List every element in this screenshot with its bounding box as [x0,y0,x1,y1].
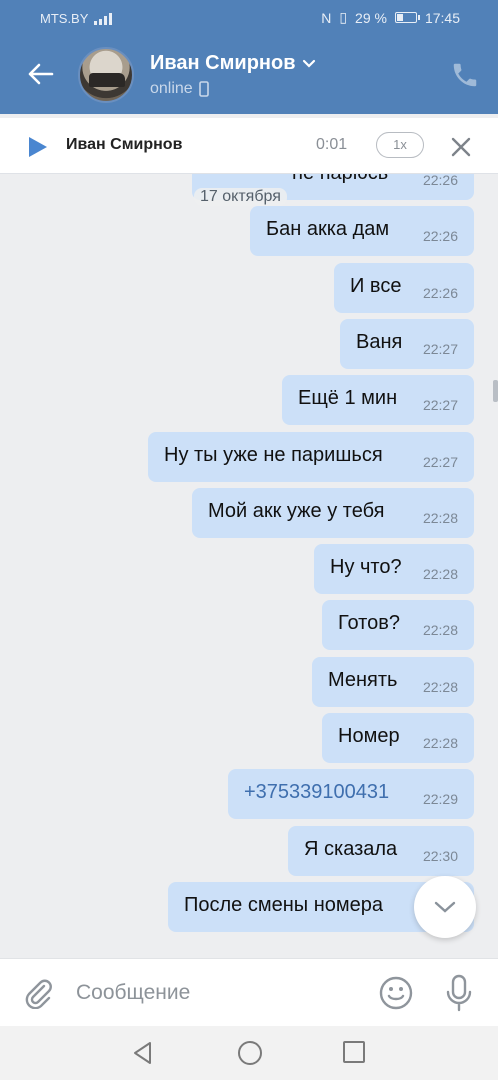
nav-recent-apps-icon[interactable] [342,1040,366,1064]
emoji-icon[interactable] [378,975,414,1011]
message-time: 22:29 [422,791,458,807]
battery-icon [394,12,420,23]
message-time: 22:27 [422,341,458,357]
playback-speed-button[interactable]: 1x [376,132,424,158]
contact-name-label: Иван Смирнов [150,52,296,74]
message-time: 22:26 [422,174,458,188]
message-bubble[interactable]: Ну что? 22:28 [314,544,474,594]
message-bubble[interactable]: Номер 22:28 [322,713,474,763]
mobile-phone-icon [198,81,209,97]
message-time: 22:28 [422,622,458,638]
chevron-down-icon [434,901,456,913]
message-bubble[interactable]: Мой акк уже у тебя 22:28 [192,488,474,538]
carrier-label: MTS.BY [40,11,89,26]
message-text: Я сказала [304,838,398,860]
play-icon[interactable] [24,134,50,160]
date-separator: 17 октября [194,188,287,206]
message-composer [0,958,498,1026]
message-time: 22:30 [422,848,458,864]
scrollbar[interactable] [493,380,498,402]
message-text: Менять [328,669,398,691]
car-image [89,73,125,87]
back-button[interactable] [22,56,58,92]
message-text: После смены номера [184,894,383,916]
message-text: Ну ты уже не паришься [164,444,383,466]
message-text: не парюсь [292,174,388,185]
message-bubble[interactable]: Ну ты уже не паришься 22:27 [148,432,474,482]
message-time: 22:28 [422,679,458,695]
message-time: 22:28 [422,735,458,751]
message-time: 22:28 [422,566,458,582]
contact-status: online [150,80,209,98]
chat-header: Иван Смирнов online [0,36,498,114]
system-nav-bar [0,1026,498,1080]
message-bubble[interactable]: +375339100431 22:29 [228,769,474,819]
message-phone-link[interactable]: +375339100431 [244,781,389,804]
audio-player-bar: Иван Смирнов 0:01 1x [0,118,498,174]
message-bubble[interactable]: И все 22:26 [334,263,474,313]
clock: 17:45 [424,9,460,26]
back-arrow-icon [28,63,54,85]
message-bubble[interactable]: Ещё 1 мин 22:27 [282,375,474,425]
signal-icon [94,12,113,25]
message-list[interactable]: не парюсь 22:26 Бан акка дам 22:26 И все 22:2… [0,174,498,958]
nav-home-icon[interactable] [236,1039,264,1067]
message-text: Готов? [338,612,400,634]
avatar[interactable] [78,47,134,103]
message-input[interactable] [76,977,356,1009]
message-time: 22:27 [422,454,458,470]
message-bubble[interactable]: Ваня 22:27 [340,319,474,369]
vibrate-icon: ▯ [339,9,348,25]
top-bar: MTS.BY N ▯ 29 % 17:45 Иван Смирнов onlin… [0,0,498,114]
close-icon[interactable] [448,134,474,160]
message-time: 22:27 [422,397,458,413]
message-bubble[interactable]: Бан акка дам 22:26 [250,206,474,256]
message-text: Номер [338,725,400,747]
nfc-icon: N [321,9,332,26]
message-text: Ещё 1 мин [298,387,398,409]
audio-title: Иван Смирнов [66,136,183,153]
message-text: Ваня [356,331,403,353]
message-time: 22:26 [422,285,458,301]
message-bubble[interactable]: Я сказала 22:30 [288,826,474,876]
message-text: Бан акка дам [266,218,390,240]
nav-back-icon[interactable] [130,1040,156,1066]
microphone-icon[interactable] [444,973,474,1013]
paperclip-icon[interactable] [22,977,54,1009]
chevron-down-icon [302,59,315,68]
message-bubble[interactable]: Менять 22:28 [312,657,474,707]
message-bubble[interactable]: Готов? 22:28 [322,600,474,650]
status-label: online [150,80,193,97]
message-text: Мой акк уже у тебя [208,500,385,522]
status-bar: MTS.BY N ▯ 29 % 17:45 [0,0,498,36]
message-time: 22:26 [422,228,458,244]
phone-icon[interactable] [450,60,480,90]
scroll-down-button[interactable] [414,876,476,938]
message-text: Ну что? [330,556,402,578]
message-time: 22:28 [422,510,458,526]
contact-name[interactable]: Иван Смирнов [150,52,316,75]
audio-time: 0:01 [316,136,348,153]
message-text: И все [350,275,402,297]
battery-percent: 29 % [355,9,387,26]
